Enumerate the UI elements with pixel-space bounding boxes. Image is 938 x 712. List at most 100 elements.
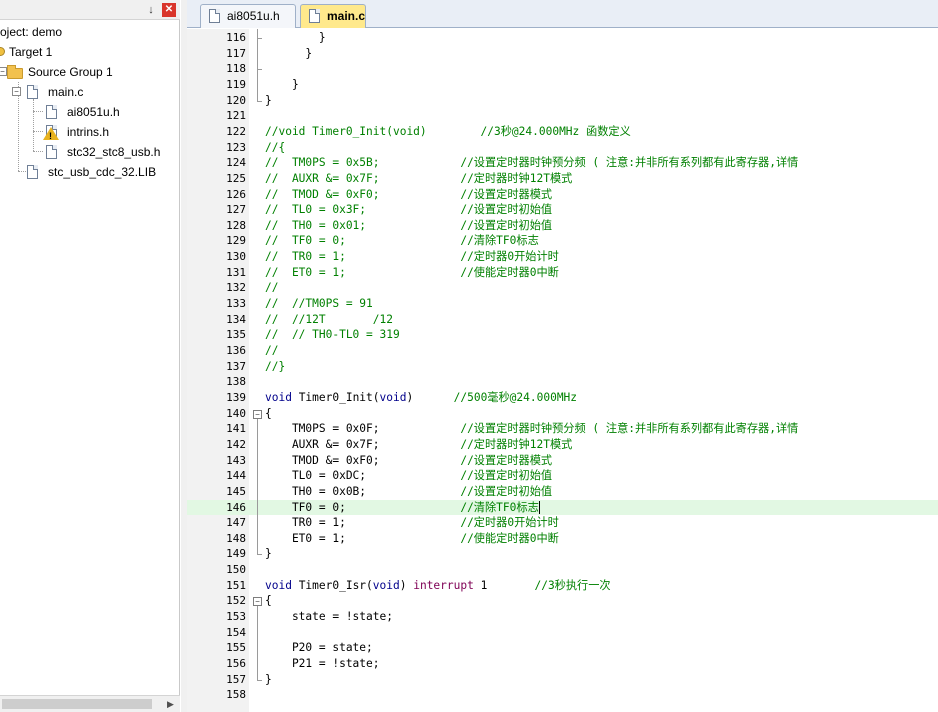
code-line[interactable]: 143 TMOD &= 0xF0; //设置定时器模式 — [187, 453, 938, 469]
scrollbar-thumb[interactable] — [2, 699, 152, 709]
code-line[interactable]: 149} — [187, 546, 938, 562]
line-number: 136 — [226, 344, 246, 357]
tree-item-ai8051u-h[interactable]: ai8051u.h — [0, 103, 180, 121]
code-line[interactable]: 156 P21 = !state; — [187, 656, 938, 672]
code-line[interactable]: 128 // TH0 = 0x01; //设置定时初始值 — [187, 218, 938, 234]
tree-item-stc32-stc8-usb-h[interactable]: stc32_stc8_usb.h — [0, 143, 180, 161]
code-line[interactable]: 147 TR0 = 1; //定时器0开始计时 — [187, 515, 938, 531]
code-line[interactable]: 151 void Timer0_Isr(void) interrupt 1 //3… — [187, 578, 938, 594]
line-number: 130 — [226, 250, 246, 264]
code-line[interactable]: 137 //} — [187, 359, 938, 375]
code-text: state = !state; — [265, 610, 393, 624]
code-text: TR0 = 1; //定时器0开始计时 — [265, 516, 559, 530]
close-icon[interactable]: ✕ — [162, 3, 176, 17]
tree-item-label: stc32_stc8_usb.h — [67, 145, 161, 159]
code-line[interactable]: 118 — [187, 61, 938, 77]
code-line[interactable]: 125 // AUXR &= 0x7F; //定时器时钟12T模式 — [187, 171, 938, 187]
code-line[interactable]: 144 TL0 = 0xDC; //设置定时初始值 — [187, 468, 938, 484]
tab-ai8051u-h[interactable]: ai8051u.h — [200, 4, 296, 28]
code-text: // TL0 = 0x3F; //设置定时初始值 — [265, 203, 553, 217]
code-text: TMOD &= 0xF0; //设置定时器模式 — [265, 453, 553, 467]
scroll-right-icon[interactable]: ▶ — [162, 696, 179, 712]
line-number: 158 — [226, 688, 246, 702]
line-number: 121 — [226, 109, 246, 123]
code-text: // //12T /12 — [265, 312, 393, 326]
code-line[interactable]: 142 AUXR &= 0x7F; //定时器时钟12T模式 — [187, 437, 938, 453]
tree-item-label: stc_usb_cdc_32.LIB — [48, 165, 157, 179]
code-text: // — [265, 344, 279, 357]
line-number: 152 — [226, 594, 246, 608]
code-line[interactable]: 145 TH0 = 0x0B; //设置定时初始值 — [187, 484, 938, 500]
current-code-line[interactable]: 146 TF0 = 0; //清除TF0标志 — [187, 499, 938, 516]
code-line[interactable]: 121 — [187, 108, 938, 124]
code-line[interactable]: 119 } — [187, 77, 938, 93]
line-number: 133 — [226, 297, 246, 311]
code-text: // TM0PS = 0x5B; //设置定时器时钟预分频 ( 注意:并非所有系… — [265, 156, 799, 170]
tree-item-label: ai8051u.h — [67, 105, 120, 119]
tree-item-intrins-h[interactable]: ! intrins.h — [0, 123, 180, 141]
tree-item-main-c[interactable]: − main.c — [0, 83, 180, 101]
line-number: 143 — [226, 453, 246, 467]
code-text: } — [265, 93, 272, 107]
code-line[interactable]: 122 //void Timer0_Init(void) //3秒@24.000M… — [187, 124, 938, 140]
collapse-icon[interactable]: − — [0, 67, 7, 76]
tree-item-stc-usb-cdc-lib[interactable]: stc_usb_cdc_32.LIB — [0, 163, 180, 181]
line-number: 125 — [226, 171, 246, 185]
line-number: 116 — [226, 31, 246, 44]
code-line[interactable]: 135 // // TH0-TL0 = 319 — [187, 327, 938, 343]
code-line[interactable]: 133 // //TM0PS = 91 — [187, 296, 938, 312]
tree-item-source-group[interactable]: − Source Group 1 — [0, 63, 180, 81]
code-line[interactable]: 139 void Timer0_Init(void) //500毫秒@24.000… — [187, 390, 938, 406]
tree-item-label: oject: demo — [0, 25, 63, 39]
warning-mark: ! — [49, 131, 52, 141]
code-line[interactable]: 127 // TL0 = 0x3F; //设置定时初始值 — [187, 202, 938, 218]
horizontal-scrollbar[interactable]: ▶ — [0, 695, 180, 712]
code-line[interactable]: 141 TM0PS = 0x0F; //设置定时器时钟预分频 ( 注意:并非所有… — [187, 421, 938, 437]
code-line[interactable]: 134 // //12T /12 — [187, 312, 938, 328]
line-number: 127 — [226, 203, 246, 217]
line-number: 139 — [226, 390, 246, 404]
c-file-icon — [27, 85, 38, 99]
code-line[interactable]: 130 // TR0 = 1; //定时器0开始计时 — [187, 249, 938, 265]
line-number: 153 — [226, 610, 246, 624]
code-line[interactable]: 138 — [187, 374, 938, 390]
line-number: 135 — [226, 328, 246, 342]
fold-toggle-icon[interactable]: − — [253, 409, 262, 419]
code-line[interactable]: 129 // TF0 = 0; //清除TF0标志 — [187, 233, 938, 249]
code-line[interactable]: 140 {− — [187, 406, 938, 422]
collapse-icon[interactable]: − — [12, 87, 21, 96]
line-number: 148 — [226, 531, 246, 545]
code-line[interactable]: 120} — [187, 93, 938, 109]
fold-toggle-icon[interactable]: − — [253, 597, 262, 607]
code-line[interactable]: 131 // ET0 = 1; //使能定时器0中断 — [187, 265, 938, 281]
code-line[interactable]: 126 // TMOD &= 0xF0; //设置定时器模式 — [187, 187, 938, 203]
code-line[interactable]: 123 //{ — [187, 140, 938, 156]
code-line[interactable]: 132 // — [187, 280, 938, 296]
code-line[interactable]: 158 — [187, 687, 938, 703]
code-text: // // TH0-TL0 = 319 — [265, 328, 400, 342]
code-line[interactable]: 116 } — [187, 30, 938, 46]
code-line[interactable]: 136 // — [187, 343, 938, 359]
fold-guide — [257, 606, 258, 680]
code-line[interactable]: 157} — [187, 672, 938, 688]
tree-item-target[interactable]: Target 1 — [0, 43, 52, 61]
code-text: } — [265, 672, 272, 686]
tab-main-c[interactable]: main.c — [300, 4, 366, 28]
code-text: { — [265, 406, 272, 420]
tree-item-project[interactable]: oject: demo — [0, 23, 62, 41]
code-line[interactable]: 148 ET0 = 1; //使能定时器0中断 — [187, 531, 938, 547]
code-line[interactable]: 124 // TM0PS = 0x5B; //设置定时器时钟预分频 ( 注意:并非… — [187, 155, 938, 171]
fold-end — [257, 679, 262, 681]
code-text: TH0 = 0x0B; //设置定时初始值 — [265, 484, 553, 498]
line-number: 141 — [226, 422, 246, 436]
code-line[interactable]: 153 state = !state; — [187, 609, 938, 625]
code-line[interactable]: 154 — [187, 625, 938, 641]
code-line[interactable]: 155 P20 = state; — [187, 640, 938, 656]
code-editor[interactable]: 116 } 117 } 118 119 } 120} 121 122//void Timer… — [187, 29, 938, 712]
line-number: 147 — [226, 516, 246, 530]
pin-icon[interactable]: ↓ — [144, 3, 158, 17]
header-file-icon — [46, 105, 57, 119]
code-line[interactable]: 152 {− — [187, 593, 938, 609]
code-line[interactable]: 117 } — [187, 46, 938, 62]
code-line[interactable]: 150 — [187, 562, 938, 578]
